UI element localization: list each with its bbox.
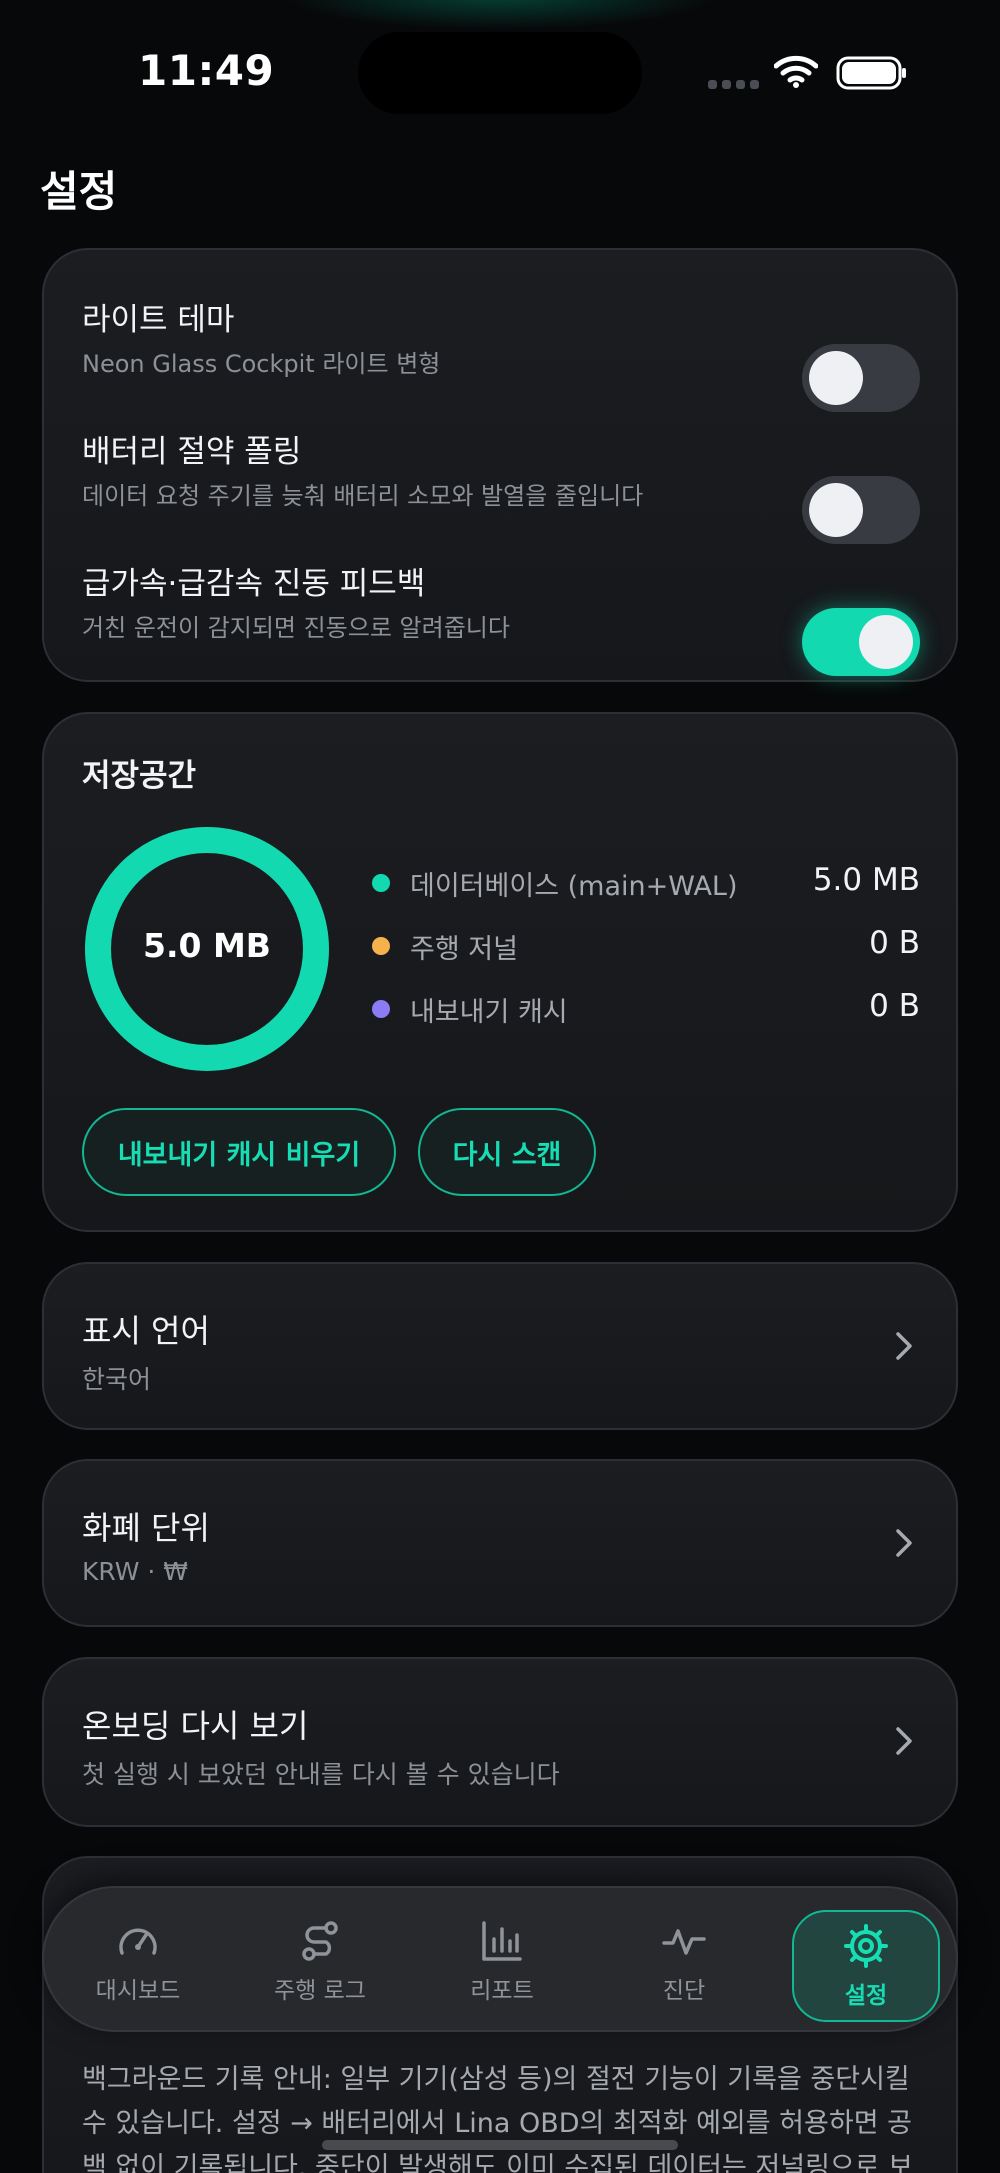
tab-report-label: 리포트: [470, 1978, 534, 2004]
legend-value-export-cache: 0 B: [869, 988, 920, 1024]
battery-saver-title: 배터리 절약 폴링: [82, 434, 302, 470]
toggle-knob: [809, 483, 863, 537]
storage-total: 5.0 MB: [143, 926, 271, 965]
battery-saver-subtitle: 데이터 요청 주기를 늦춰 배터리 소모와 발열을 줄입니다: [82, 482, 644, 510]
tab-dashboard[interactable]: 대시보드: [48, 1888, 228, 2034]
light-theme-subtitle: Neon Glass Cockpit 라이트 변형: [82, 350, 441, 378]
tab-settings-label: 설정: [844, 1983, 888, 2009]
dynamic-island: [358, 32, 642, 114]
chevron-right-icon: [896, 1727, 912, 1755]
clear-export-cache-button[interactable]: 내보내기 캐시 비우기: [82, 1108, 396, 1196]
legend-name-journal: 주행 저널: [410, 934, 518, 965]
legend-dot-export-cache: [372, 1000, 390, 1018]
legend-value-database: 5.0 MB: [812, 862, 920, 898]
top-glow: [280, 0, 720, 30]
legend-name-export-cache: 내보내기 캐시: [410, 997, 568, 1028]
tab-diagnostics-label: 진단: [662, 1978, 706, 2004]
status-time: 11:49: [138, 46, 275, 95]
legend-name-database: 데이터베이스 (main+WAL): [410, 871, 738, 902]
preferences-card: 라이트 테마 Neon Glass Cockpit 라이트 변형 배터리 절약 …: [42, 248, 958, 682]
haptic-feedback-toggle[interactable]: [802, 608, 920, 676]
language-title: 표시 언어: [82, 1312, 210, 1350]
gear-icon: [844, 1922, 888, 1970]
light-theme-row: 라이트 테마 Neon Glass Cockpit 라이트 변형: [82, 294, 920, 412]
legend-journal: 주행 저널 0 B: [372, 925, 920, 965]
storage-title: 저장공간: [82, 758, 197, 794]
light-theme-toggle[interactable]: [802, 344, 920, 412]
toggle-knob: [809, 351, 863, 405]
tab-diagnostics[interactable]: 진단: [594, 1888, 774, 2034]
onboarding-subtitle: 첫 실행 시 보았던 안내를 다시 볼 수 있습니다: [82, 1760, 560, 1789]
haptic-feedback-row: 급가속·급감속 진동 피드백 거친 운전이 감지되면 진동으로 알려줍니다: [82, 558, 920, 676]
background-notice-text: 백그라운드 기록 안내: 일부 기기(삼성 등)의 절전 기능이 기록을 중단시…: [82, 2064, 914, 2173]
page-title: 설정: [40, 167, 118, 216]
legend-export-cache: 내보내기 캐시 0 B: [372, 988, 920, 1028]
toggle-knob: [859, 615, 913, 669]
legend-dot-journal: [372, 937, 390, 955]
currency-title: 화폐 단위: [82, 1509, 210, 1547]
pulse-icon: [662, 1917, 706, 1965]
home-indicator: [322, 2140, 678, 2150]
chevron-right-icon: [896, 1529, 912, 1557]
light-theme-title: 라이트 테마: [82, 302, 235, 338]
bottom-tab-bar: 대시보드 주행 로그 리포트 진단 설정: [42, 1886, 958, 2032]
chevron-right-icon: [896, 1332, 912, 1360]
currency-card[interactable]: 화폐 단위 KRW · ₩: [42, 1459, 958, 1627]
onboarding-title: 온보딩 다시 보기: [82, 1707, 309, 1745]
route-icon: [298, 1917, 342, 1965]
currency-value: KRW · ₩: [82, 1557, 189, 1586]
wifi-icon: [773, 54, 819, 92]
bar-chart-icon: [480, 1917, 524, 1965]
tab-settings[interactable]: 설정: [792, 1910, 940, 2022]
battery-saver-toggle[interactable]: [802, 476, 920, 544]
battery-icon: [836, 56, 908, 94]
language-card[interactable]: 표시 언어 한국어: [42, 1262, 958, 1430]
gauge-icon: [116, 1917, 160, 1965]
language-value: 한국어: [82, 1365, 152, 1394]
legend-value-journal: 0 B: [869, 925, 920, 961]
haptic-feedback-subtitle: 거친 운전이 감지되면 진동으로 알려줍니다: [82, 614, 510, 642]
battery-saver-row: 배터리 절약 폴링 데이터 요청 주기를 늦춰 배터리 소모와 발열을 줄입니다: [82, 426, 920, 544]
tab-drive-log-label: 주행 로그: [274, 1978, 366, 2004]
legend-dot-database: [372, 874, 390, 892]
cellular-signal-icon: [708, 80, 759, 89]
onboarding-card[interactable]: 온보딩 다시 보기 첫 실행 시 보았던 안내를 다시 볼 수 있습니다: [42, 1657, 958, 1827]
rescan-button[interactable]: 다시 스캔: [418, 1108, 596, 1196]
tab-dashboard-label: 대시보드: [95, 1978, 181, 2004]
storage-card: 저장공간 5.0 MB 데이터베이스 (main+WAL) 5.0 MB 주행 …: [42, 712, 958, 1232]
legend-database: 데이터베이스 (main+WAL) 5.0 MB: [372, 862, 920, 902]
haptic-feedback-title: 급가속·급감속 진동 피드백: [82, 566, 426, 602]
tab-report[interactable]: 리포트: [412, 1888, 592, 2034]
tab-drive-log[interactable]: 주행 로그: [230, 1888, 410, 2034]
